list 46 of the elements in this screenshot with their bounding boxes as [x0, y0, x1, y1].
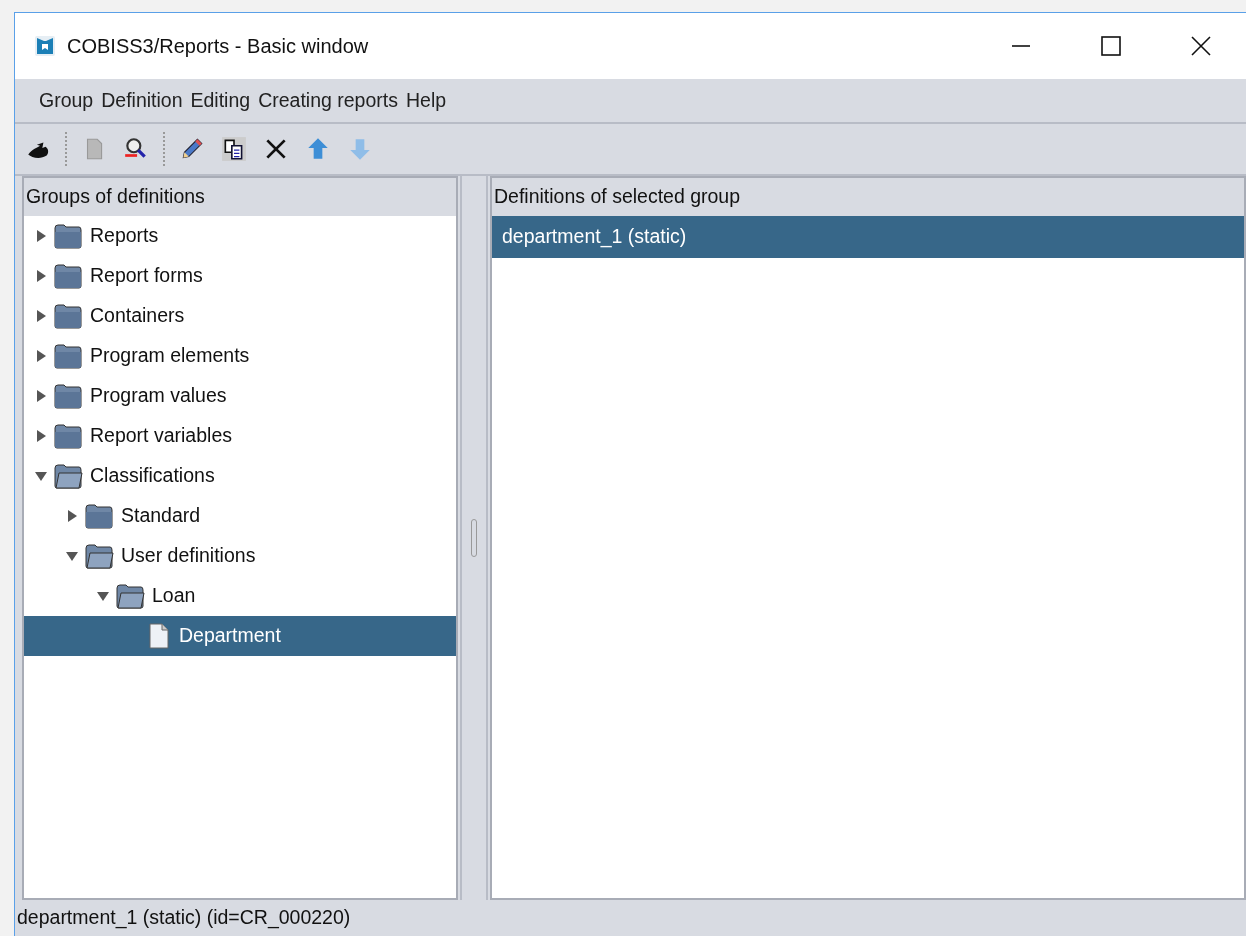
- collapse-arrow-icon[interactable]: [96, 589, 110, 603]
- copy-icon[interactable]: [221, 136, 247, 162]
- folder-icon: [52, 382, 84, 410]
- folder-icon: [52, 222, 84, 250]
- splitter-handle[interactable]: [460, 176, 488, 900]
- expand-arrow-icon[interactable]: [34, 389, 48, 403]
- expand-arrow-icon[interactable]: [34, 229, 48, 243]
- tree-item[interactable]: Containers: [90, 301, 185, 331]
- list-item[interactable]: department_1 (static): [492, 216, 1244, 258]
- window-title: COBISS3/Reports - Basic window: [67, 34, 369, 59]
- folder-icon: [114, 582, 146, 610]
- tree-item[interactable]: Program values: [90, 381, 227, 411]
- status-text: department_1 (static) (id=CR_000220): [17, 905, 351, 931]
- expand-arrow-icon[interactable]: [34, 429, 48, 443]
- folder-icon: [52, 302, 84, 330]
- menu-item[interactable]: Editing: [186, 85, 255, 116]
- expand-arrow-icon[interactable]: [65, 509, 79, 523]
- maximize-icon[interactable]: [1100, 35, 1122, 57]
- tree-item[interactable]: Department: [179, 621, 281, 651]
- tree-item[interactable]: Reports: [90, 221, 159, 251]
- menu-item[interactable]: Creating reports: [254, 85, 402, 116]
- expand-arrow-icon[interactable]: [34, 349, 48, 363]
- expand-arrow-icon[interactable]: [34, 269, 48, 283]
- tree-item[interactable]: User definitions: [121, 541, 256, 571]
- folder-icon: [83, 502, 115, 530]
- close-icon[interactable]: [1190, 35, 1212, 57]
- collapse-arrow-icon[interactable]: [34, 469, 48, 483]
- menu-item[interactable]: Help: [401, 85, 451, 116]
- tree-item[interactable]: Loan: [152, 581, 196, 611]
- menu-item[interactable]: Group: [35, 85, 98, 116]
- folder-icon: [52, 462, 84, 490]
- panel-header: Definitions of selected group: [492, 178, 1244, 216]
- expand-arrow-icon[interactable]: [34, 309, 48, 323]
- menu-item[interactable]: Definition: [97, 85, 187, 116]
- tree-item[interactable]: Program elements: [90, 341, 250, 371]
- tree-item[interactable]: Report variables: [90, 421, 232, 451]
- tree-item[interactable]: Classifications: [90, 461, 215, 491]
- folder-icon: [52, 342, 84, 370]
- tree-item[interactable]: Standard: [121, 501, 201, 531]
- folder-icon: [83, 542, 115, 570]
- app-icon: [33, 34, 57, 58]
- folder-icon: [52, 422, 84, 450]
- tree-item[interactable]: Report forms: [90, 261, 203, 291]
- folder-icon: [52, 262, 84, 290]
- collapse-arrow-icon[interactable]: [65, 549, 79, 563]
- panel-header: Groups of definitions: [24, 178, 456, 216]
